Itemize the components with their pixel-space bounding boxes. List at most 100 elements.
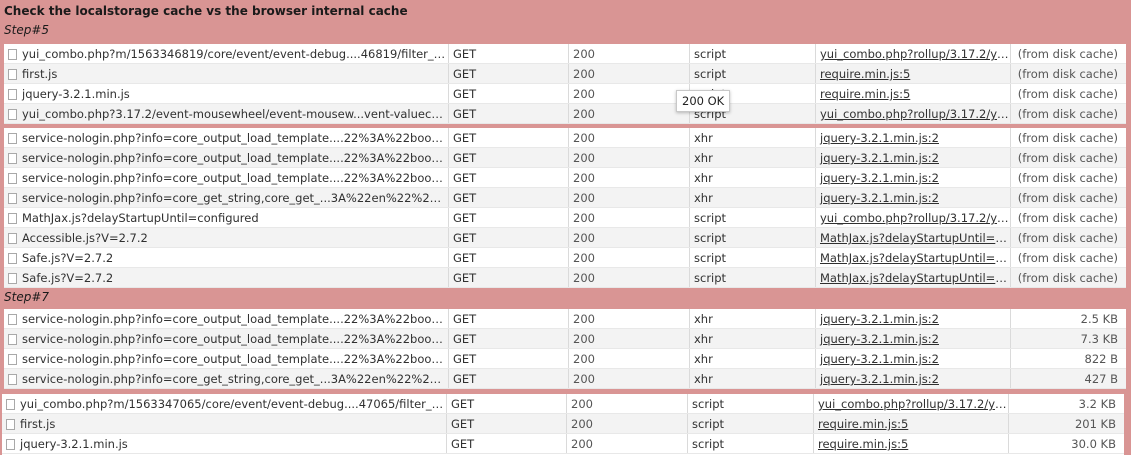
request-initiator[interactable]: jquery-3.2.1.min.js:2 [817,329,1011,348]
request-status: 200 [570,349,690,368]
request-initiator[interactable]: jquery-3.2.1.min.js:2 [817,369,1011,388]
request-method: GET [450,369,569,388]
request-method: GET [450,128,569,147]
step-5-label: Step#5 [4,23,50,37]
request-method: GET [450,309,569,328]
network-request-row[interactable]: Safe.js?V=2.7.2 GET 200 script MathJax.js?de… [4,268,1126,288]
request-status: 200 [570,148,690,167]
request-initiator[interactable]: MathJax.js?delayStartupUntil=co... [817,228,1011,247]
request-initiator[interactable]: jquery-3.2.1.min.js:2 [817,128,1011,147]
request-name-text: service-nologin.php?info=core_output_loa… [22,312,449,326]
request-initiator[interactable]: require.min.js:5 [815,434,1009,453]
network-request-row[interactable]: yui_combo.php?m/1563346819/core/event/ev… [4,44,1126,64]
page-heading: Check the localstorage cache vs the brow… [4,4,408,18]
network-request-row[interactable]: service-nologin.php?info=core_output_loa… [4,148,1126,168]
file-icon [8,213,17,224]
request-name: service-nologin.php?info=core_output_loa… [4,309,449,328]
request-initiator[interactable]: MathJax.js?delayStartupUntil=co... [817,248,1011,267]
network-request-row[interactable]: jquery-3.2.1.min.jsGET200scriptrequire.m… [4,84,1126,104]
step-7-label: Step#7 [4,290,50,304]
network-panel-step5-a: yui_combo.php?m/1563346819/core/event/ev… [4,44,1126,124]
request-name-text: Accessible.js?V=2.7.2 [22,231,148,245]
request-status: 200 [570,329,690,348]
request-size: 822 B [1084,352,1119,366]
request-size: (from disk cache) [1017,171,1118,185]
request-name-text: jquery-3.2.1.min.js [20,437,128,451]
request-type: xhr [691,369,816,388]
network-request-row[interactable]: service-nologin.php?info=core_get_string… [4,369,1126,389]
network-request-row[interactable]: yui_combo.php?m/1563347065/core/event/ev… [2,394,1124,414]
request-name-text: yui_combo.php?3.17.2/event-mousewheel/ev… [22,107,449,121]
request-initiator[interactable]: yui_combo.php?rollup/3.17.2/yui... [817,208,1011,227]
request-name: service-nologin.php?info=core_output_loa… [4,349,449,368]
request-size: (from disk cache) [1017,87,1118,101]
request-status: 200 [570,228,690,247]
request-name-text: service-nologin.php?info=core_output_loa… [22,151,449,165]
request-initiator[interactable]: require.min.js:5 [817,64,1011,83]
request-name: Safe.js?V=2.7.2 [4,268,449,287]
network-request-row[interactable]: yui_combo.php?3.17.2/event-mousewheel/ev… [4,104,1126,124]
request-status: 200 [570,84,690,103]
request-method: GET [450,148,569,167]
request-status: 200 [570,44,690,63]
file-icon [8,233,17,244]
request-method: GET [450,349,569,368]
request-type: xhr [691,148,816,167]
request-size: 201 KB [1074,417,1116,431]
network-request-row[interactable]: service-nologin.php?info=core_output_loa… [4,128,1126,148]
request-size: (from disk cache) [1017,271,1118,285]
file-icon [8,89,17,100]
request-type: script [691,248,816,267]
request-initiator[interactable]: require.min.js:5 [815,414,1009,433]
request-size: 2.5 KB [1080,312,1118,326]
network-panel-step7-b: yui_combo.php?m/1563347065/core/event/ev… [2,394,1124,455]
request-initiator[interactable]: jquery-3.2.1.min.js:2 [817,349,1011,368]
request-status: 200 [570,268,690,287]
network-request-row[interactable]: service-nologin.php?info=core_output_loa… [4,168,1126,188]
network-request-row[interactable]: service-nologin.php?info=core_output_loa… [4,329,1126,349]
network-request-row[interactable]: jquery-3.2.1.min.jsGET200scriptrequire.m… [2,434,1124,454]
request-initiator[interactable]: MathJax.js?delayStartupUntil=co... [817,268,1011,287]
network-request-row[interactable]: Safe.js?V=2.7.2 GET 200 script MathJax.js?de… [4,248,1126,268]
request-method: GET [450,329,569,348]
network-request-row[interactable]: first.js GET 200 script require.min.js:5 (fro… [4,64,1126,84]
file-icon [8,354,17,365]
request-name-text: service-nologin.php?info=core_get_string… [22,372,449,386]
network-request-row[interactable]: service-nologin.php?info=core_output_loa… [4,309,1126,329]
request-initiator[interactable]: jquery-3.2.1.min.js:2 [817,168,1011,187]
request-type: script [689,414,814,433]
network-request-row[interactable]: MathJax.js?delayStartupUntil=configured G… [4,208,1126,228]
request-initiator[interactable]: jquery-3.2.1.min.js:2 [817,309,1011,328]
file-icon [8,49,17,60]
request-type: xhr [691,349,816,368]
network-request-row[interactable]: Accessible.js?V=2.7.2 GET 200 script MathJax… [4,228,1126,248]
network-panel-step7-a: service-nologin.php?info=core_output_loa… [4,309,1126,389]
request-initiator[interactable]: require.min.js:5 [817,84,1011,103]
request-name: service-nologin.php?info=core_output_loa… [4,128,449,147]
request-name-text: service-nologin.php?info=core_get_string… [22,191,449,205]
request-initiator[interactable]: jquery-3.2.1.min.js:2 [817,188,1011,207]
request-status: 200 [570,188,690,207]
request-type: xhr [691,128,816,147]
request-method: GET [450,168,569,187]
request-name: yui_combo.php?m/1563347065/core/event/ev… [2,394,447,413]
request-initiator[interactable]: yui_combo.php?rollup/3.17.2/yui... [817,44,1011,63]
request-name: first.js [2,414,447,433]
request-method: GET [450,84,569,103]
request-size: (from disk cache) [1017,211,1118,225]
request-name-text: MathJax.js?delayStartupUntil=configured [22,211,259,225]
network-request-row[interactable]: service-nologin.php?info=core_get_string… [4,188,1126,208]
file-icon [8,374,17,385]
file-icon [8,109,17,120]
request-size: (from disk cache) [1017,151,1118,165]
request-name: yui_combo.php?m/1563346819/core/event/ev… [4,44,449,63]
request-initiator[interactable]: yui_combo.php?rollup/3.17.2/yui... [815,394,1009,413]
request-initiator[interactable]: jquery-3.2.1.min.js:2 [817,148,1011,167]
network-request-row[interactable]: service-nologin.php?info=core_output_loa… [4,349,1126,369]
request-name-text: yui_combo.php?m/1563346819/core/event/ev… [22,47,449,61]
request-name: MathJax.js?delayStartupUntil=configured [4,208,449,227]
request-initiator[interactable]: yui_combo.php?rollup/3.17.2/yui... [817,104,1011,123]
file-icon [6,399,15,410]
request-size: (from disk cache) [1017,47,1118,61]
network-request-row[interactable]: first.js GET 200 script require.min.js:5 201 … [2,414,1124,434]
